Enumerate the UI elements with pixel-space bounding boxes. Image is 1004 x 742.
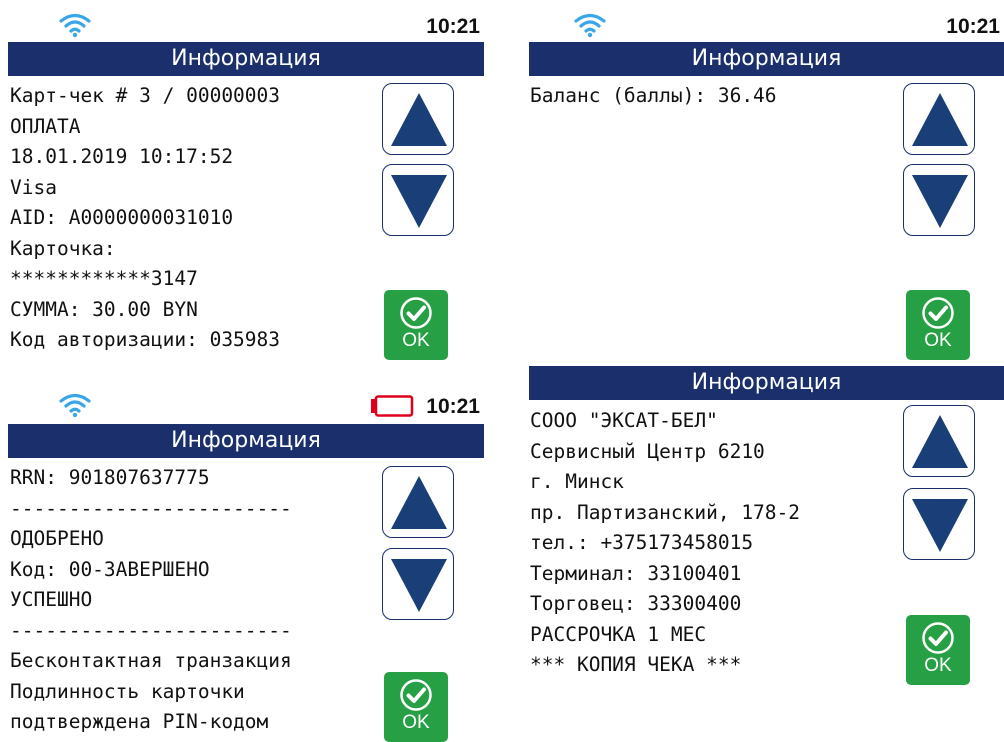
- ok-label: OK: [402, 330, 430, 351]
- checkmark-icon: [922, 297, 954, 329]
- scroll-up-button[interactable]: [903, 405, 975, 477]
- scroll-down-button[interactable]: [382, 164, 454, 236]
- receipt-line: *** КОПИЯ ЧЕКА ***: [530, 653, 742, 676]
- receipt-line: Visa: [10, 175, 57, 199]
- arrow-up-icon: [391, 476, 447, 529]
- wifi-icon: [59, 393, 91, 418]
- terminal-screen-1: 10:21 Информация Карт-чек # 3 / 00000003…: [8, 8, 484, 360]
- receipt-line: СООО "ЭКСАТ-БЕЛ": [530, 409, 718, 432]
- ok-button[interactable]: OK: [384, 290, 448, 360]
- screen-title: Информация: [691, 46, 842, 71]
- scroll-up-button[interactable]: [382, 466, 454, 538]
- scroll-up-button[interactable]: [903, 83, 975, 155]
- status-bar: 10:21: [8, 8, 484, 44]
- scroll-down-button[interactable]: [903, 164, 975, 236]
- ok-label: OK: [924, 330, 952, 351]
- terminal-screen-2: 10:21 Информация Баланс (баллы): 36.46 O…: [529, 8, 1004, 360]
- arrow-down-icon: [912, 499, 968, 552]
- arrow-down-icon: [391, 559, 447, 612]
- clock-time: 10:21: [946, 15, 1000, 38]
- receipt-line: Терминал: 33100401: [530, 561, 742, 585]
- clock-time: 10:21: [426, 15, 480, 38]
- receipt-line: г. Минск: [530, 470, 624, 493]
- receipt-lines: Баланс (баллы): 36.46: [530, 81, 777, 112]
- receipt-line: РАССРОЧКА 1 МЕС: [530, 622, 707, 646]
- receipt-lines: Карт-чек # 3 / 00000003 ОПЛАТА 18.01.201…: [10, 81, 280, 356]
- wifi-icon: [574, 13, 606, 38]
- arrow-down-icon: [912, 175, 968, 228]
- receipt-line: подтверждена PIN-кодом: [10, 710, 269, 733]
- screen-title-bar: Информация: [529, 42, 1004, 76]
- status-bar: 10:21: [529, 8, 1004, 44]
- scroll-down-button[interactable]: [903, 488, 975, 560]
- receipt-lines: RRN: 901807637775 ----------------------…: [10, 463, 292, 738]
- checkmark-icon: [922, 622, 954, 654]
- receipt-line: Сервисный Центр 6210: [530, 439, 765, 463]
- receipt-line: 18.01.2019 10:17:52: [10, 145, 234, 168]
- receipt-line: тел.: +375173458015: [530, 531, 754, 554]
- receipt-line: Код авторизации: 035983: [10, 328, 281, 351]
- ok-button[interactable]: OK: [906, 615, 970, 685]
- screen-title-bar: Информация: [8, 424, 484, 458]
- receipt-line: ------------------------: [10, 618, 292, 642]
- receipt-line: ОПЛАТА: [10, 114, 81, 138]
- receipt-line: пр. Партизанский, 178-2: [530, 500, 801, 524]
- receipt-line: Карт-чек # 3 / 00000003: [10, 84, 281, 107]
- receipt-line: Карточка:: [10, 236, 116, 260]
- receipt-line: Бесконтактная транзакция: [10, 649, 292, 672]
- ok-button[interactable]: OK: [906, 290, 970, 360]
- receipt-lines: СООО "ЭКСАТ-БЕЛ" Сервисный Центр 6210 г.…: [530, 406, 800, 681]
- scroll-up-button[interactable]: [382, 83, 454, 155]
- receipt-line: RRN: 901807637775: [10, 466, 210, 489]
- receipt-line: ************3147: [10, 267, 198, 290]
- ok-button[interactable]: OK: [384, 672, 448, 742]
- wifi-icon: [59, 13, 91, 38]
- battery-low-icon: [371, 395, 414, 417]
- clock-time: 10:21: [426, 395, 480, 418]
- receipt-line: Баланс (баллы): 36.46: [530, 84, 777, 107]
- receipt-line: ------------------------: [10, 496, 292, 520]
- screen-title-bar: Информация: [529, 366, 1004, 400]
- terminal-screen-3: 10:21 Информация RRN: 901807637775 -----…: [8, 388, 484, 742]
- receipt-line: Подлинность карточки: [10, 679, 245, 703]
- status-bar: 10:21: [8, 388, 484, 424]
- receipt-line: СУММА: 30.00 BYN: [10, 297, 198, 321]
- receipt-line: Торговец: 33300400: [530, 592, 742, 615]
- screen-title: Информация: [171, 428, 321, 453]
- arrow-up-icon: [912, 93, 968, 146]
- receipt-line: AID: A0000000031010: [10, 206, 234, 229]
- screen-title: Информация: [171, 46, 321, 71]
- checkmark-icon: [400, 679, 432, 711]
- screen-title: Информация: [691, 370, 842, 395]
- screen-title-bar: Информация: [8, 42, 484, 76]
- receipt-line: Код: 00-ЗАВЕРШЕНО: [10, 557, 210, 581]
- arrow-down-icon: [391, 175, 447, 228]
- receipt-line: УСПЕШНО: [10, 588, 93, 611]
- ok-label: OK: [924, 655, 952, 676]
- checkmark-icon: [400, 297, 432, 329]
- receipt-line: ОДОБРЕНО: [10, 527, 104, 550]
- ok-label: OK: [402, 712, 430, 733]
- scroll-down-button[interactable]: [382, 548, 454, 620]
- arrow-up-icon: [912, 415, 968, 468]
- terminal-screen-4: Информация СООО "ЭКСАТ-БЕЛ" Сервисный Це…: [529, 366, 1004, 694]
- arrow-up-icon: [391, 93, 447, 146]
